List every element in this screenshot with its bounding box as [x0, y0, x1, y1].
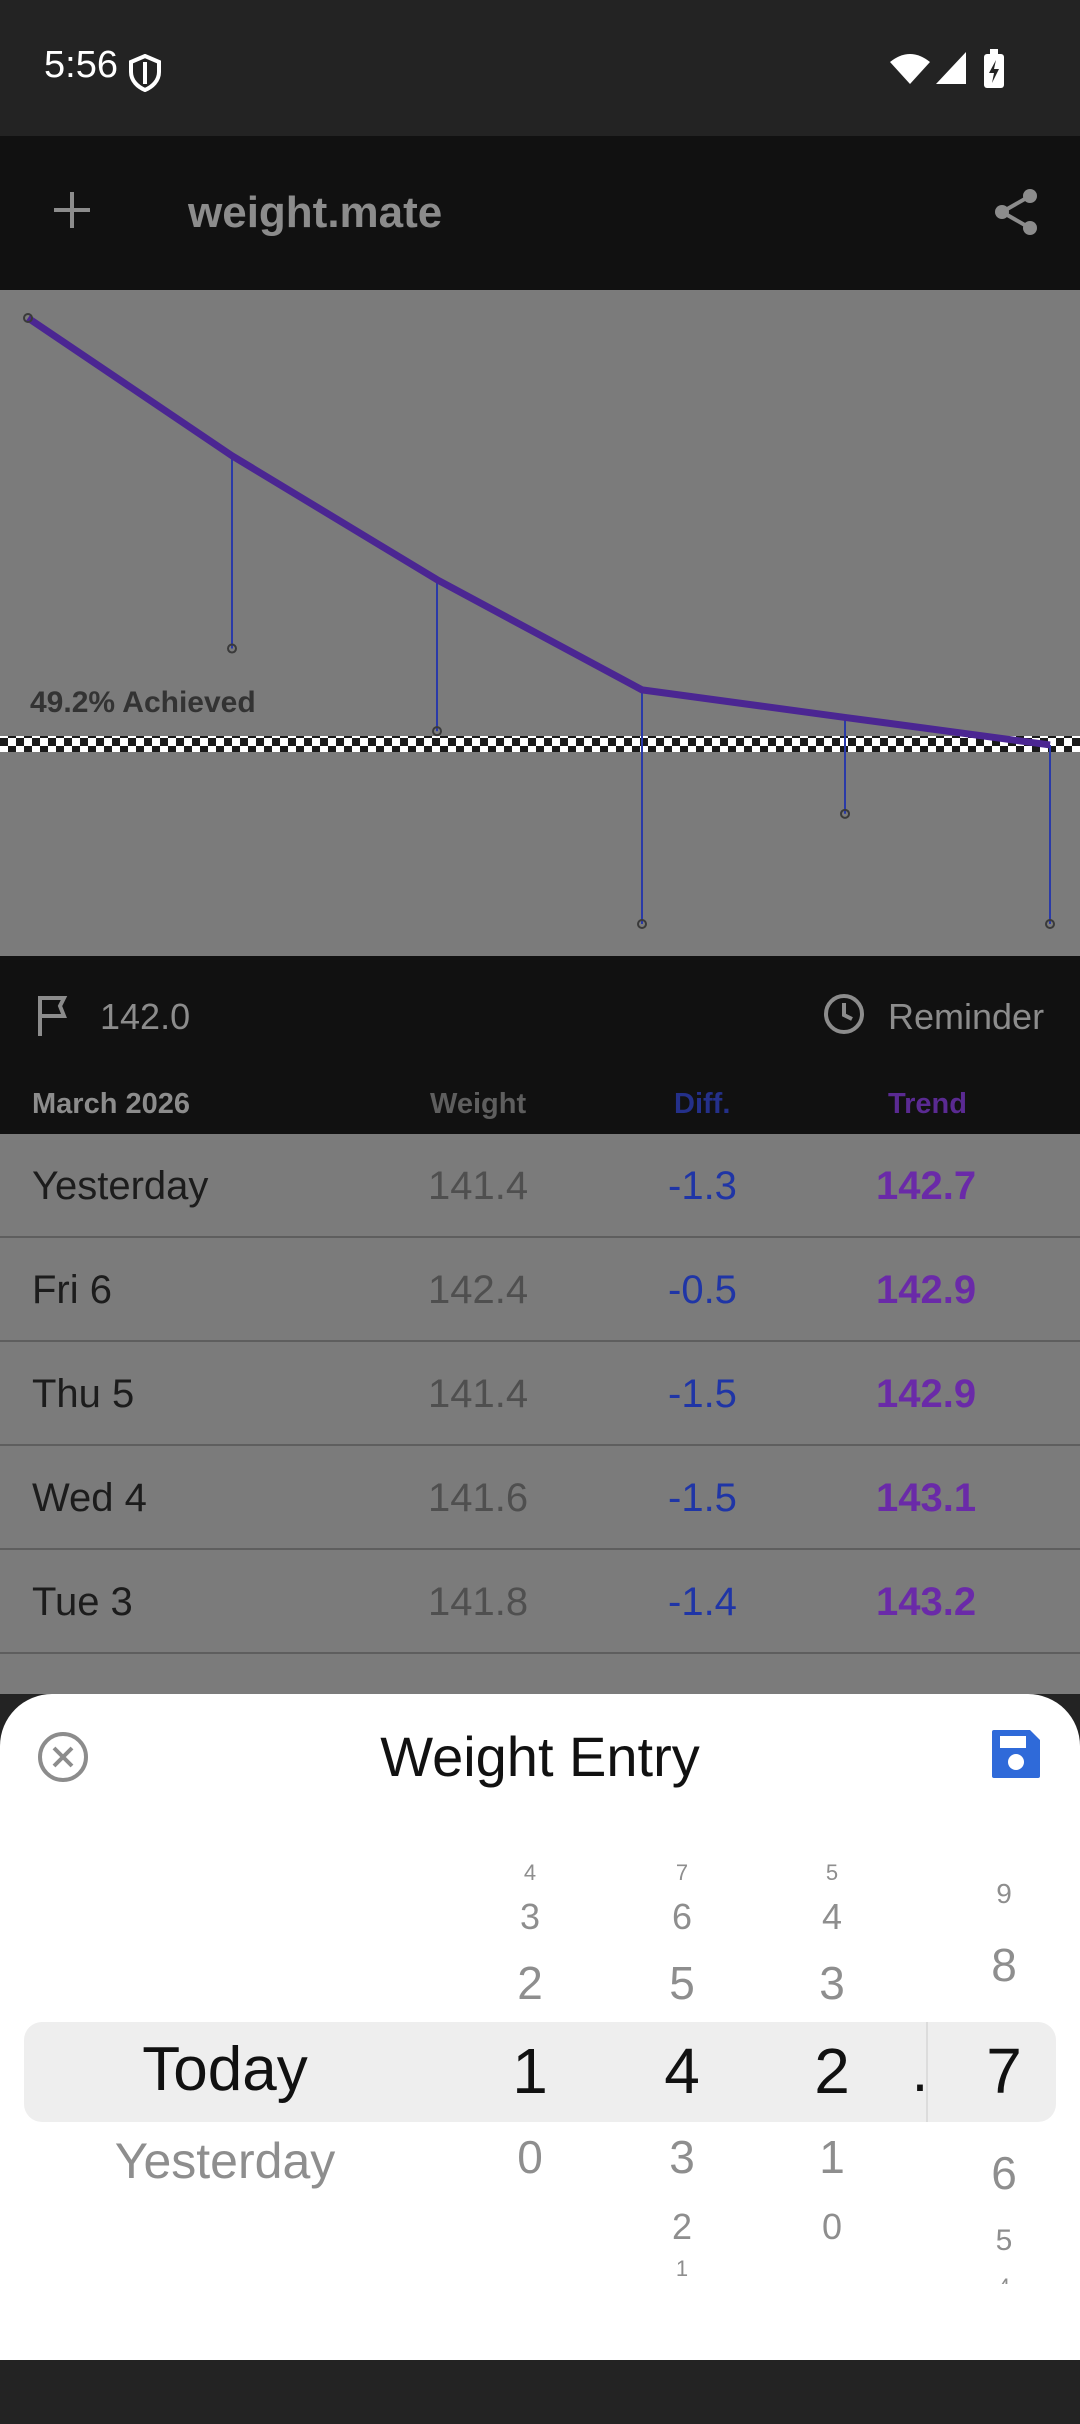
- wheel-digit: 2: [517, 1957, 543, 2009]
- app-bar: weight.mate: [0, 136, 1080, 290]
- flag-icon: [38, 996, 68, 1036]
- goal-line: [0, 736, 1080, 752]
- table-row[interactable]: Wed 4 141.6 -1.5 143.1: [0, 1446, 1080, 1550]
- wheel-digit-selected: 7: [986, 2035, 1022, 2107]
- wheel-digit: 1: [819, 2131, 845, 2183]
- wheel-digit: 4: [954, 2274, 1054, 2284]
- column-diff: Diff.: [674, 1088, 731, 1120]
- row-weight: 141.4: [428, 1372, 529, 1416]
- wheel-digit: 5: [995, 2224, 1013, 2257]
- tenths-wheel[interactable]: 9 8 7 6 5 4: [954, 1694, 1054, 2294]
- navigation-bar: [0, 2360, 1080, 2424]
- status-bar: 5:56: [0, 0, 1080, 136]
- share-icon[interactable]: [990, 186, 1042, 238]
- row-date: Thu 5: [32, 1372, 135, 1416]
- ones-wheel[interactable]: 5 4 3 2 1 0: [782, 1694, 882, 2294]
- wheel-digit: 1: [675, 2256, 689, 2276]
- weight-chart: 49.2% Achieved: [0, 290, 1080, 956]
- weight-entry-sheet: Weight Entry Today Yesterday 4 3 2 1 0 7…: [0, 1694, 1080, 2360]
- wheel-digit: 3: [519, 1896, 541, 1937]
- decimal-point: .: [911, 2037, 929, 2104]
- row-weight: 141.6: [428, 1476, 529, 1520]
- wheel-digit: 5: [669, 1957, 695, 2009]
- row-weight: 141.4: [428, 1164, 529, 1208]
- add-entry-icon[interactable]: [50, 188, 94, 232]
- wheel-digit: 9: [996, 1878, 1012, 1909]
- hundreds-wheel[interactable]: 4 3 2 1 0: [480, 1694, 580, 2294]
- table-row[interactable]: Tue 3 141.8 -1.4 143.2: [0, 1550, 1080, 1654]
- table-row[interactable]: Yesterday 141.4 -1.3 142.7: [0, 1134, 1080, 1238]
- row-weight: 141.8: [428, 1580, 529, 1624]
- row-trend: 142.9: [876, 1268, 977, 1312]
- goal-bar: 142.0 Reminder: [0, 956, 1080, 1078]
- app-title: weight.mate: [188, 188, 443, 237]
- column-weight: Weight: [430, 1088, 527, 1120]
- vpn-shield-icon: [129, 54, 161, 92]
- row-date: Wed 4: [32, 1476, 147, 1520]
- wheel-digit: 3: [669, 2131, 695, 2183]
- wheel-digit: 8: [991, 1939, 1017, 1991]
- table-row[interactable]: Fri 6 142.4 -0.5 142.9: [0, 1238, 1080, 1342]
- wheel-digit: 0: [517, 2131, 543, 2183]
- wheel-digit: 3: [819, 1957, 845, 2009]
- wheel-digit: 6: [991, 2147, 1017, 2199]
- row-diff: -1.5: [668, 1372, 737, 1416]
- row-trend: 143.2: [876, 1580, 977, 1624]
- row-trend: 142.7: [876, 1164, 977, 1208]
- row-date: Fri 6: [32, 1268, 112, 1312]
- row-date: Yesterday: [32, 1164, 209, 1208]
- row-weight: 142.4: [428, 1268, 529, 1312]
- table-row[interactable]: Thu 5 141.4 -1.5 142.9: [0, 1342, 1080, 1446]
- wheel-digit: 4: [821, 1896, 843, 1937]
- row-date: Tue 3: [32, 1580, 133, 1624]
- table-header: March 2026 Weight Diff. Trend: [0, 1078, 1080, 1134]
- row-diff: -1.5: [668, 1476, 737, 1520]
- wheel-digit: 6: [671, 1896, 693, 1937]
- status-time: 5:56: [44, 44, 118, 86]
- weight-chart-svg: [0, 313, 1080, 929]
- column-trend: Trend: [888, 1088, 967, 1120]
- wheel-digit-selected: 1: [512, 2035, 548, 2107]
- wifi-icon: [890, 54, 930, 84]
- wheel-digit: 5: [825, 1860, 839, 1885]
- reminder-button[interactable]: Reminder: [888, 996, 1044, 1038]
- wheel-digit: 4: [523, 1860, 537, 1885]
- date-option: Yesterday: [114, 2133, 336, 2189]
- weight-entry-list: Yesterday 141.4 -1.3 142.7 Fri 6 142.4 -…: [0, 1134, 1080, 1694]
- wheel-digit-selected: 4: [664, 2035, 700, 2107]
- wheel-digit: 0: [821, 2206, 843, 2247]
- row-trend: 143.1: [876, 1476, 977, 1520]
- clock-icon[interactable]: [822, 992, 866, 1036]
- trend-line: [26, 315, 1051, 749]
- goal-weight-value[interactable]: 142.0: [100, 996, 190, 1038]
- row-diff: -1.4: [668, 1580, 737, 1624]
- battery-charging-icon: [984, 49, 1004, 88]
- date-wheel[interactable]: Today Yesterday: [60, 1694, 390, 2294]
- wheel-digit-selected: 2: [814, 2035, 850, 2107]
- tens-wheel[interactable]: 7 6 5 4 3 2 1: [632, 1694, 732, 2294]
- month-label: March 2026: [32, 1088, 190, 1120]
- wheel-digit: 2: [671, 2206, 693, 2247]
- signal-icon: [936, 52, 966, 84]
- wheel-digit: 7: [675, 1860, 689, 1885]
- row-diff: -0.5: [668, 1268, 737, 1312]
- goal-progress-label: 49.2% Achieved: [30, 686, 256, 719]
- row-diff: -1.3: [668, 1164, 737, 1208]
- row-trend: 142.9: [876, 1372, 977, 1416]
- date-selected: Today: [142, 2035, 308, 2104]
